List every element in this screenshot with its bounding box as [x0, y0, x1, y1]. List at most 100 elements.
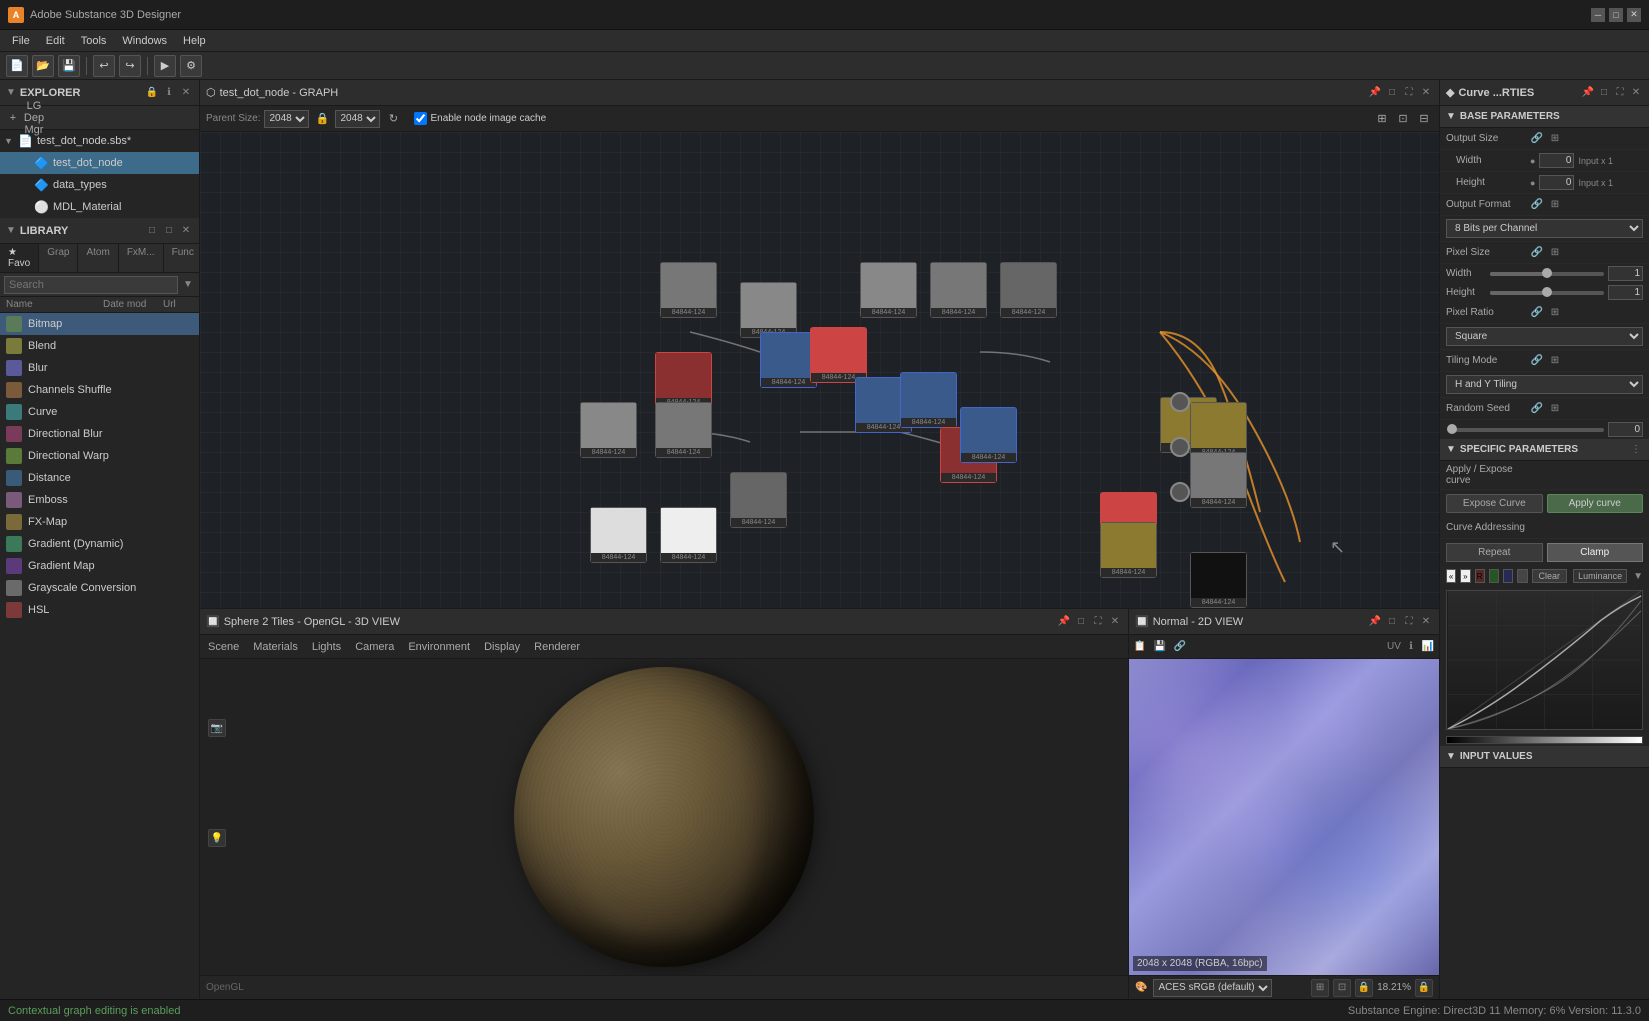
- view-3d-pin[interactable]: 📌: [1057, 615, 1071, 629]
- lib-item-dirblur[interactable]: Directional Blur: [0, 423, 199, 445]
- prop-outputsize-expand-btn[interactable]: ⊞: [1548, 132, 1562, 146]
- view-2d-uvbtn[interactable]: UV: [1387, 640, 1401, 654]
- graph-node-22[interactable]: 84844-124: [1000, 262, 1057, 318]
- lib-item-blur[interactable]: Blur: [0, 357, 199, 379]
- new-button[interactable]: 📄: [6, 55, 28, 77]
- view-3d-scene[interactable]: Scene: [204, 641, 243, 653]
- normal-map-canvas[interactable]: 2048 x 2048 (RGBA, 16bpc): [1129, 659, 1439, 975]
- prop-specific-menu-btn[interactable]: ⋮: [1629, 443, 1643, 457]
- prop-outputformat-link-btn[interactable]: 🔗: [1530, 198, 1544, 212]
- graph-node-3[interactable]: 84844-124: [655, 352, 712, 408]
- prop-tilingmode-dropdown[interactable]: H and Y Tiling No Tiling H Tiling V Tili…: [1446, 375, 1643, 394]
- graph-node-23[interactable]: 84844-124: [1190, 552, 1247, 608]
- prop-randomseed-input[interactable]: [1608, 422, 1643, 437]
- view-3d-dock[interactable]: □: [1074, 615, 1088, 629]
- graph-node-dot-2[interactable]: [1170, 437, 1190, 457]
- view-2d-pin[interactable]: 📌: [1368, 615, 1382, 629]
- view-2d-dock[interactable]: □: [1385, 615, 1399, 629]
- graph-node-dot-3[interactable]: [1170, 482, 1190, 502]
- prop-randomseed-slider[interactable]: [1452, 428, 1604, 432]
- prop-outputsize-link-btn[interactable]: 🔗: [1530, 132, 1544, 146]
- expose-curve-btn[interactable]: Expose Curve: [1446, 494, 1543, 513]
- lib-item-fxmap[interactable]: FX-Map: [0, 511, 199, 533]
- prop-outputformat-expand-btn[interactable]: ⊞: [1548, 198, 1562, 212]
- lib-item-grayscale[interactable]: Grayscale Conversion: [0, 577, 199, 599]
- channel-nav-next[interactable]: »: [1460, 569, 1470, 583]
- channel-clear-btn[interactable]: Clear: [1532, 569, 1568, 583]
- prop-pixelsize-width-handle[interactable]: [1542, 268, 1552, 278]
- maximize-button[interactable]: □: [1609, 8, 1623, 22]
- graph-node-1[interactable]: 84844-124: [660, 262, 717, 318]
- library-btn1[interactable]: □: [145, 224, 159, 238]
- graph-zoom-fit-btn[interactable]: ⊞: [1373, 110, 1391, 128]
- tree-item-mdl[interactable]: ⚪ MDL_Material: [0, 196, 199, 218]
- prop-section-base[interactable]: ▼ BASE PARAMETERS: [1440, 106, 1649, 128]
- graph-node-2[interactable]: 84844-124: [740, 282, 797, 338]
- prop-randomseed-link-btn[interactable]: 🔗: [1530, 402, 1544, 416]
- prop-section-input-values[interactable]: ▼ INPUT VALUES: [1440, 746, 1649, 768]
- redo-button[interactable]: ↪: [119, 55, 141, 77]
- channel-a-btn[interactable]: [1517, 569, 1527, 583]
- view-3d-environment[interactable]: Environment: [404, 641, 474, 653]
- view-2d-grid-btn[interactable]: ⊞: [1311, 979, 1329, 997]
- lib-item-emboss[interactable]: Emboss: [0, 489, 199, 511]
- view-2d-lock-btn[interactable]: 🔒: [1355, 979, 1373, 997]
- explorer-info-btn[interactable]: ℹ: [162, 86, 176, 100]
- prop-randomseed-expand-btn[interactable]: ⊞: [1548, 402, 1562, 416]
- view-2d-chart-btn[interactable]: 📊: [1421, 640, 1435, 654]
- graph-size-select2[interactable]: 20481024: [335, 110, 380, 128]
- view-2d-copy-btn[interactable]: 📋: [1133, 640, 1147, 654]
- view-2d-link-btn[interactable]: 🔗: [1173, 640, 1187, 654]
- view-2d-fit-btn[interactable]: ⊡: [1333, 979, 1351, 997]
- lib-tab-atom[interactable]: Atom: [78, 244, 118, 272]
- view-2d-save-btn[interactable]: 💾: [1153, 640, 1167, 654]
- lib-tab-favo[interactable]: ★ Favo: [0, 244, 39, 272]
- lib-tab-fxm[interactable]: FxM...: [119, 244, 164, 272]
- prop-close-btn[interactable]: ✕: [1629, 86, 1643, 100]
- library-btn2[interactable]: □: [162, 224, 176, 238]
- graph-node-7[interactable]: 84844-124: [900, 372, 957, 428]
- library-search-input[interactable]: [4, 276, 178, 294]
- tree-item-graph[interactable]: 🔷 test_dot_node: [0, 152, 199, 174]
- graph-node-4[interactable]: 84844-124: [760, 332, 817, 388]
- prop-tilingmode-link-btn[interactable]: 🔗: [1530, 354, 1544, 368]
- view-3d-lights[interactable]: Lights: [308, 641, 345, 653]
- lib-item-dirwarp[interactable]: Directional Warp: [0, 445, 199, 467]
- graph-zoom-sel-btn[interactable]: ⊡: [1394, 110, 1412, 128]
- lib-item-channels[interactable]: Channels Shuffle: [0, 379, 199, 401]
- render-button[interactable]: ▶: [154, 55, 176, 77]
- tree-item-datatypes[interactable]: 🔷 data_types: [0, 174, 199, 196]
- tree-item-file[interactable]: ▼ 📄 test_dot_node.sbs*: [0, 130, 199, 152]
- prop-pixelsize-expand-btn[interactable]: ⊞: [1548, 246, 1562, 260]
- view-3d-display[interactable]: Display: [480, 641, 524, 653]
- graph-parent-size-select[interactable]: 20481024512: [264, 110, 309, 128]
- prop-pixelratio-dropdown[interactable]: Square 1:2 2:1: [1446, 327, 1643, 346]
- lib-tab-func[interactable]: Func: [164, 244, 200, 272]
- view-2d-lock2-btn[interactable]: 🔒: [1415, 979, 1433, 997]
- prop-fullscreen-btn[interactable]: ⛶: [1613, 86, 1627, 100]
- menu-file[interactable]: File: [4, 33, 38, 49]
- lib-item-gradmap[interactable]: Gradient Map: [0, 555, 199, 577]
- menu-tools[interactable]: Tools: [73, 33, 115, 49]
- prop-pixelsize-width-slider[interactable]: [1490, 272, 1604, 276]
- library-filter-btn[interactable]: ▼: [181, 278, 195, 292]
- view-3d-materials[interactable]: Materials: [249, 641, 302, 653]
- view-2d-fullscreen[interactable]: ⛶: [1402, 615, 1416, 629]
- channel-nav-prev[interactable]: «: [1446, 569, 1456, 583]
- graph-node-5[interactable]: 84844-124: [810, 327, 867, 383]
- prop-tilingmode-expand-btn[interactable]: ⊞: [1548, 354, 1562, 368]
- graph-node-15[interactable]: 84844-124: [590, 507, 647, 563]
- graph-node-13[interactable]: 84844-124: [1190, 402, 1247, 458]
- prop-pixelsize-height-handle[interactable]: [1542, 287, 1552, 297]
- graph-node-14[interactable]: 84844-124: [1190, 452, 1247, 508]
- prop-format-dropdown[interactable]: 8 Bits per Channel 16 Bits per Channel: [1446, 219, 1643, 238]
- prop-randomseed-handle[interactable]: [1447, 424, 1457, 434]
- prop-pixelsize-width-input[interactable]: [1608, 266, 1643, 281]
- prop-section-specific[interactable]: ▼ SPECIFIC PARAMETERS ⋮: [1440, 439, 1649, 461]
- graph-cache-label[interactable]: Enable node image cache: [414, 112, 546, 125]
- cam-light-btn[interactable]: 💡: [208, 829, 226, 847]
- view-3d-renderer[interactable]: Renderer: [530, 641, 584, 653]
- graph-node-8[interactable]: 84844-124: [580, 402, 637, 458]
- graph-node-16[interactable]: 84844-124: [660, 507, 717, 563]
- lib-item-bitmap[interactable]: Bitmap: [0, 313, 199, 335]
